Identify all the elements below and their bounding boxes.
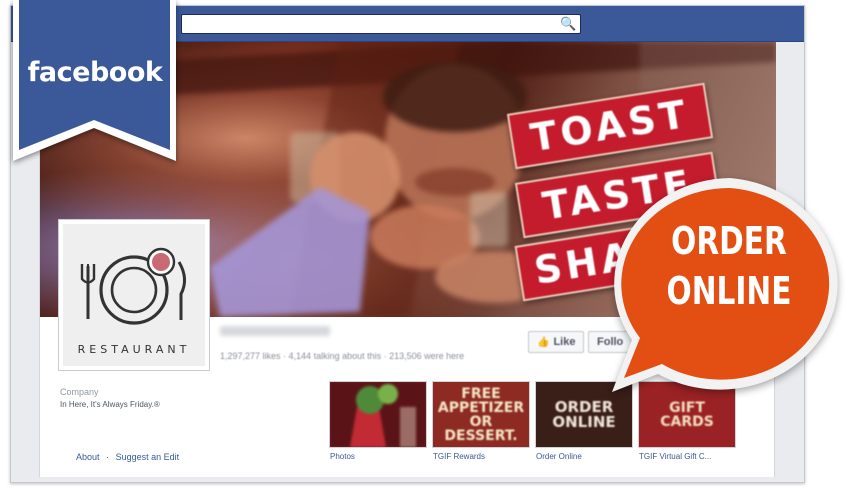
callout-line-2: ONLINE (666, 269, 792, 313)
app-caption-photos[interactable]: Photos (330, 452, 355, 461)
about-links: About · Suggest an Edit (76, 452, 183, 462)
page-name-placeholder (220, 326, 330, 336)
photos-thumbnail (330, 382, 426, 447)
plate-fork-knife-icon (80, 247, 186, 325)
facebook-logo-text: facebook (27, 57, 163, 88)
about-link[interactable]: About (76, 452, 100, 462)
thumbs-up-icon: 👍 (537, 337, 550, 348)
app-tile-rewards[interactable]: FREE APPETIZER OR DESSERT. (433, 382, 529, 447)
page-stats: 1,297,277 likes · 4,144 talking about th… (220, 351, 465, 361)
search-input[interactable]: 🔍 (181, 14, 581, 34)
page-category: Company (60, 387, 99, 397)
search-icon[interactable]: 🔍 (560, 16, 576, 32)
profile-label: RESTAURANT (77, 343, 191, 356)
callout-line-1: ORDER (671, 219, 787, 263)
like-button-label: Like (553, 336, 576, 348)
rewards-tile-text: FREE APPETIZER OR DESSERT. (437, 385, 525, 444)
suggest-edit-link[interactable]: Suggest an Edit (116, 452, 180, 462)
app-tile-photos[interactable] (330, 382, 426, 447)
facebook-ribbon: facebook (11, 0, 178, 163)
app-caption-order-online[interactable]: Order Online (536, 452, 582, 461)
like-button[interactable]: 👍 Like (528, 331, 585, 353)
profile-picture[interactable]: RESTAURANT (59, 220, 209, 370)
app-caption-rewards[interactable]: TGIF Rewards (433, 452, 485, 461)
link-separator: · (106, 452, 110, 462)
callout-text: ORDER ONLINE (647, 216, 811, 316)
page-description: In Here, It's Always Friday.® (60, 400, 160, 409)
order-online-callout[interactable]: ORDER ONLINE (610, 178, 850, 403)
app-caption-gift-cards[interactable]: TGIF Virtual Gift C... (639, 452, 711, 461)
